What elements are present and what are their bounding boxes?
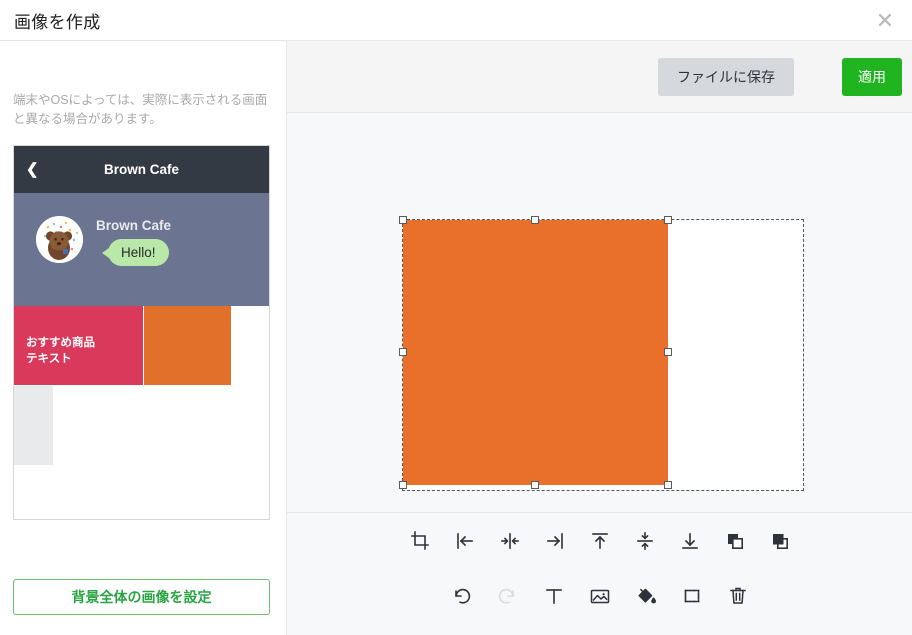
align-top-icon[interactable]	[586, 527, 614, 555]
resize-handle-nw[interactable]	[399, 216, 407, 224]
left-preview-panel: 端末やOSによっては、実際に表示される画面と異なる場合があります。 ❮ Brow…	[0, 41, 287, 635]
fill-bucket-icon[interactable]	[632, 582, 660, 610]
align-right-icon[interactable]	[541, 527, 569, 555]
apply-button[interactable]: 適用	[842, 58, 902, 96]
align-bottom-icon[interactable]	[676, 527, 704, 555]
grid-cell[interactable]	[14, 386, 53, 466]
crop-icon[interactable]	[406, 527, 434, 555]
grid-cell[interactable]	[144, 306, 232, 386]
resize-handle-e[interactable]	[664, 348, 672, 356]
dialog-titlebar: 画像を作成 ✕	[0, 0, 912, 41]
close-icon[interactable]: ✕	[868, 4, 902, 38]
redo-icon[interactable]	[494, 582, 522, 610]
align-left-icon[interactable]	[451, 527, 479, 555]
preview-note: 端末やOSによっては、実際に表示される画面と異なる場合があります。	[13, 91, 275, 129]
align-middle-vertical-icon[interactable]	[631, 527, 659, 555]
preview-chat-area: Brown Cafe Hello!	[14, 193, 269, 306]
editor-toolbar-header: ファイルに保存 適用	[287, 41, 912, 113]
grid-cell[interactable]	[14, 470, 141, 520]
page-title: 画像を作成	[14, 8, 101, 33]
undo-icon[interactable]	[448, 582, 476, 610]
create-image-dialog: 画像を作成 ✕ 端末やOSによっては、実際に表示される画面と異なる場合があります…	[0, 0, 912, 635]
resize-handle-sw[interactable]	[399, 481, 407, 489]
select-frame-icon[interactable]	[678, 582, 706, 610]
editor-panel: ファイルに保存 適用	[287, 41, 912, 635]
resize-handle-ne[interactable]	[664, 216, 672, 224]
canvas-frame[interactable]	[403, 220, 803, 490]
save-to-file-button[interactable]: ファイルに保存	[658, 58, 794, 96]
grid-cell-label: おすすめ商品テキスト	[26, 335, 95, 367]
align-center-horizontal-icon[interactable]	[496, 527, 524, 555]
resize-handle-w[interactable]	[399, 348, 407, 356]
trash-icon[interactable]	[724, 582, 752, 610]
preview-header-bar: ❮ Brown Cafe	[14, 146, 269, 193]
selected-shape[interactable]	[403, 220, 668, 485]
text-icon[interactable]	[540, 582, 568, 610]
align-toolbar-row	[287, 513, 912, 568]
image-icon[interactable]	[586, 582, 614, 610]
edit-toolbar-row	[287, 568, 912, 623]
bring-forward-icon[interactable]	[721, 527, 749, 555]
set-background-image-button[interactable]: 背景全体の画像を設定	[13, 579, 270, 615]
resize-handle-s[interactable]	[531, 481, 539, 489]
grid-cell[interactable]	[53, 386, 183, 470]
preview-chat-name: Brown Cafe	[96, 218, 171, 233]
resize-handle-n[interactable]	[531, 216, 539, 224]
phone-preview: ❮ Brown Cafe	[13, 145, 270, 520]
canvas-area[interactable]	[287, 113, 912, 513]
grid-cell[interactable]: おすすめ商品テキスト	[14, 306, 144, 386]
resize-handle-se[interactable]	[664, 481, 672, 489]
send-backward-icon[interactable]	[766, 527, 794, 555]
brown-bear-avatar-icon	[36, 216, 83, 263]
preview-grid: おすすめ商品テキスト	[14, 306, 269, 520]
editor-toolbars	[287, 512, 912, 635]
preview-chat-bubble: Hello!	[108, 239, 169, 266]
preview-header-title: Brown Cafe	[14, 146, 269, 193]
